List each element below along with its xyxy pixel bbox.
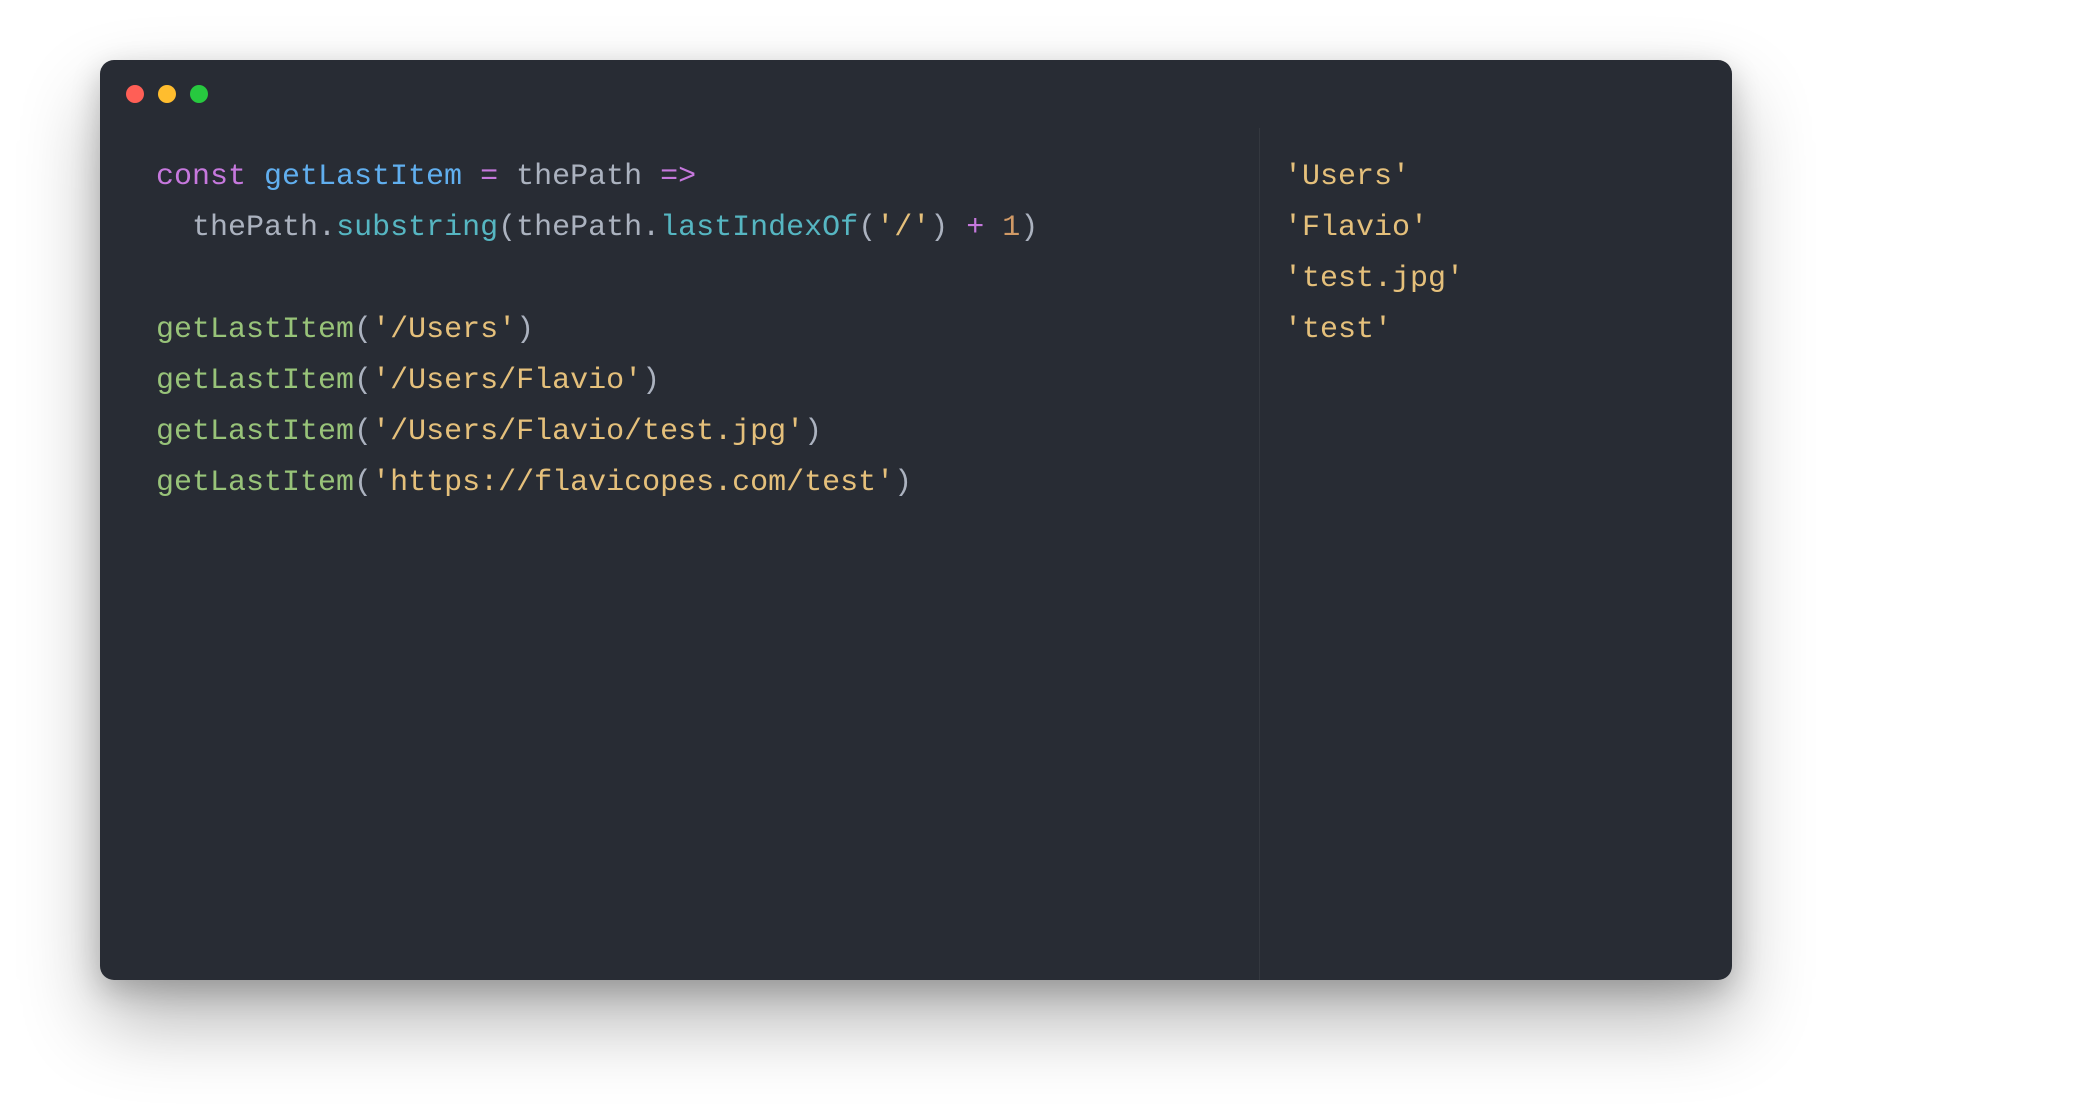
- code-line-5: getLastItem('/Users/Flavio'): [156, 364, 660, 398]
- method-lastindexof: lastIndexOf: [660, 211, 858, 245]
- code-pane: const getLastItem = thePath => thePath.s…: [100, 128, 1260, 980]
- call-getlastitem-3: getLastItem: [156, 415, 354, 449]
- zoom-icon[interactable]: [190, 85, 208, 103]
- string-slash: '/': [876, 211, 930, 245]
- call-getlastitem-4: getLastItem: [156, 466, 354, 500]
- arg-3: '/Users/Flavio/test.jpg': [372, 415, 804, 449]
- arrow-token: =>: [642, 160, 696, 194]
- arg-2: '/Users/Flavio': [372, 364, 642, 398]
- number-one: 1: [1002, 211, 1020, 245]
- call-getlastitem-1: getLastItem: [156, 313, 354, 347]
- minimize-icon[interactable]: [158, 85, 176, 103]
- method-substring: substring: [336, 211, 498, 245]
- output-line-1: 'Users': [1284, 160, 1410, 194]
- window-body: const getLastItem = thePath => thePath.s…: [100, 128, 1732, 980]
- code-line-4: getLastItem('/Users'): [156, 313, 534, 347]
- call-getlastitem-2: getLastItem: [156, 364, 354, 398]
- declared-name: getLastItem: [264, 160, 462, 194]
- close-icon[interactable]: [126, 85, 144, 103]
- arg-1: '/Users': [372, 313, 516, 347]
- window-titlebar: [100, 60, 1732, 128]
- code-line-7: getLastItem('https://flavicopes.com/test…: [156, 466, 912, 500]
- output-line-2: 'Flavio': [1284, 211, 1428, 245]
- code-window: const getLastItem = thePath => thePath.s…: [100, 60, 1732, 980]
- code-line-6: getLastItem('/Users/Flavio/test.jpg'): [156, 415, 822, 449]
- arg-4: 'https://flavicopes.com/test': [372, 466, 894, 500]
- output-line-4: 'test': [1284, 313, 1392, 347]
- operator-plus: +: [966, 211, 984, 245]
- keyword-const: const: [156, 160, 246, 194]
- output-line-3: 'test.jpg': [1284, 262, 1464, 296]
- code-line-2: thePath.substring(thePath.lastIndexOf('/…: [156, 211, 1038, 245]
- param-thepath: thePath: [516, 160, 642, 194]
- output-pane: 'Users' 'Flavio' 'test.jpg' 'test': [1260, 128, 1732, 980]
- code-line-1: const getLastItem = thePath =>: [156, 160, 696, 194]
